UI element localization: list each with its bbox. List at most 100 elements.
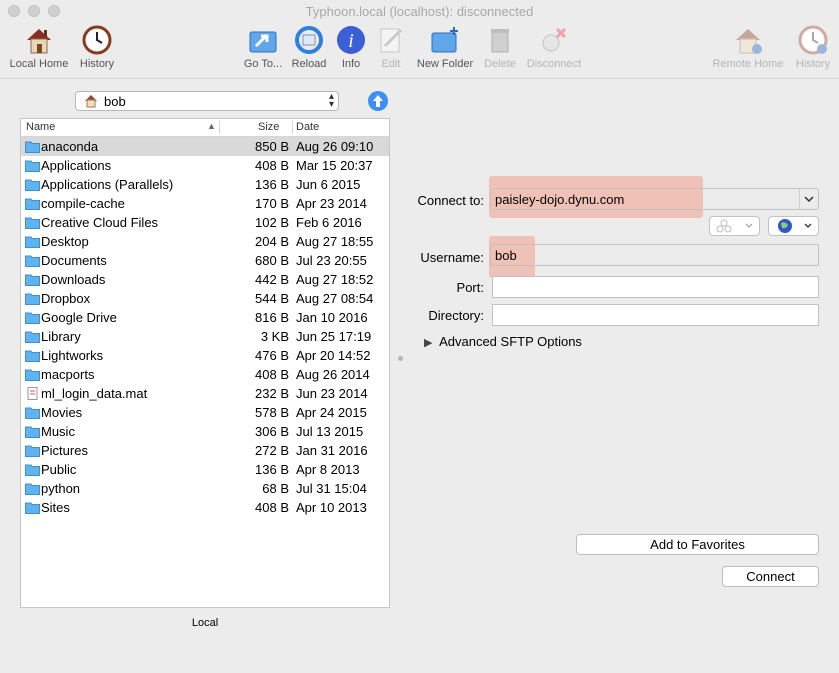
home-small-icon xyxy=(85,95,97,108)
name-column-header[interactable]: Name xyxy=(26,121,55,133)
username-field[interactable]: bob xyxy=(490,244,819,266)
file-row[interactable]: Applications 408 B Mar 15 20:37 xyxy=(21,156,389,175)
split-view-handle[interactable] xyxy=(398,356,403,361)
connect-to-label: Connect to: xyxy=(417,193,485,208)
title-bar: Typhoon.local (localhost): disconnected xyxy=(0,0,839,22)
new-folder-button[interactable]: New Folder xyxy=(412,24,478,70)
disclosure-triangle-icon: ▶ xyxy=(424,337,433,349)
history-button[interactable]: History xyxy=(74,24,120,70)
disconnect-button[interactable]: Disconnect xyxy=(522,24,586,70)
file-row[interactable]: Pictures 272 B Jan 31 2016 xyxy=(21,441,389,460)
remote-home-button[interactable]: Remote Home xyxy=(708,24,788,70)
path-popup[interactable]: bob ▴ ▾ xyxy=(75,91,339,111)
directory-field[interactable] xyxy=(492,304,819,326)
file-name: Google Drive xyxy=(41,310,117,325)
svg-text:i: i xyxy=(348,30,354,52)
folder-icon xyxy=(25,483,40,495)
file-size: 476 B xyxy=(255,348,289,363)
reload-label: Reload xyxy=(291,58,327,70)
path-label: bob xyxy=(104,94,126,109)
file-row[interactable]: Library 3 KB Jun 25 17:19 xyxy=(21,327,389,346)
file-name: Public xyxy=(41,462,77,477)
size-column-header[interactable]: Size xyxy=(258,121,279,133)
file-row[interactable]: Applications (Parallels) 136 B Jun 6 2015 xyxy=(21,175,389,194)
file-row[interactable]: python 68 B Jul 31 15:04 xyxy=(21,479,389,498)
file-date: Mar 15 20:37 xyxy=(296,158,373,173)
file-row[interactable]: Sites 408 B Apr 10 2013 xyxy=(21,498,389,517)
local-home-button[interactable]: Local Home xyxy=(6,24,72,70)
protocol-popup[interactable] xyxy=(709,216,760,236)
file-date: Jun 6 2015 xyxy=(296,177,361,192)
delete-button[interactable]: Delete xyxy=(480,24,520,70)
file-name: ml_login_data.mat xyxy=(41,386,148,401)
file-size: 408 B xyxy=(255,500,289,515)
globe-icon xyxy=(778,219,812,233)
file-row[interactable]: Lightworks 476 B Apr 20 14:52 xyxy=(21,346,389,365)
file-size: 204 B xyxy=(255,234,289,249)
history-label: History xyxy=(79,58,115,70)
folder-icon xyxy=(25,369,40,381)
file-date: Aug 27 08:54 xyxy=(296,291,374,306)
advanced-sftp-label: Advanced SFTP Options xyxy=(439,334,582,349)
file-name: anaconda xyxy=(41,139,99,154)
file-row[interactable]: Creative Cloud Files 102 B Feb 6 2016 xyxy=(21,213,389,232)
file-row[interactable]: anaconda 850 B Aug 26 09:10 xyxy=(21,137,389,156)
file-name: Library xyxy=(41,329,81,344)
file-size: 408 B xyxy=(255,367,289,382)
file-row[interactable]: Downloads 442 B Aug 27 18:52 xyxy=(21,270,389,289)
connect-button[interactable]: Connect xyxy=(722,566,819,587)
edit-button[interactable]: Edit xyxy=(374,24,408,70)
column-separator xyxy=(292,121,293,134)
remote-clock-icon xyxy=(798,25,828,55)
file-row[interactable]: Documents 680 B Jul 23 20:55 xyxy=(21,251,389,270)
file-name: Lightworks xyxy=(41,348,104,363)
file-name: Desktop xyxy=(41,234,89,249)
file-row[interactable]: compile-cache 170 B Apr 23 2014 xyxy=(21,194,389,213)
file-row[interactable]: Public 136 B Apr 8 2013 xyxy=(21,460,389,479)
file-name: compile-cache xyxy=(41,196,125,211)
file-row[interactable]: ml_login_data.mat 232 B Jun 23 2014 xyxy=(21,384,389,403)
file-name: Pictures xyxy=(41,443,88,458)
reload-button[interactable]: Reload xyxy=(288,24,330,70)
host-dropdown-button[interactable] xyxy=(799,189,818,209)
file-size: 442 B xyxy=(255,272,289,287)
file-row[interactable]: Music 306 B Jul 13 2015 xyxy=(21,422,389,441)
parallels-folder-icon xyxy=(25,179,40,191)
file-size: 578 B xyxy=(255,405,289,420)
file-name: Music xyxy=(41,424,75,439)
file-name: Applications xyxy=(41,158,112,173)
file-list-header: Name ▲ Size Date xyxy=(21,119,389,137)
folder-icon xyxy=(25,350,40,362)
library-folder-icon xyxy=(25,331,40,343)
date-column-header[interactable]: Date xyxy=(296,121,319,133)
edit-icon xyxy=(380,28,403,53)
file-row[interactable]: Movies 578 B Apr 24 2015 xyxy=(21,403,389,422)
up-directory-button[interactable] xyxy=(368,91,388,111)
clock-icon xyxy=(82,25,112,55)
up-arrow-icon xyxy=(373,95,383,107)
remote-home-label: Remote Home xyxy=(712,58,784,70)
file-row[interactable]: macports 408 B Aug 26 2014 xyxy=(21,365,389,384)
downloads-folder-icon xyxy=(25,274,40,286)
file-size: 68 B xyxy=(262,481,289,496)
host-combo[interactable]: paisley-dojo.dynu.com xyxy=(490,188,819,210)
add-to-favorites-button[interactable]: Add to Favorites xyxy=(576,534,819,555)
file-row[interactable]: Dropbox 544 B Aug 27 08:54 xyxy=(21,289,389,308)
advanced-sftp-disclosure[interactable]: ▶ Advanced SFTP Options xyxy=(424,334,582,349)
remote-history-button[interactable]: History xyxy=(790,24,836,70)
file-row[interactable]: Desktop 204 B Aug 27 18:55 xyxy=(21,232,389,251)
file-size: 850 B xyxy=(255,139,289,154)
sites-folder-icon xyxy=(25,502,40,514)
info-button[interactable]: i Info xyxy=(334,24,368,70)
file-name: Downloads xyxy=(41,272,106,287)
disconnect-icon xyxy=(542,27,567,52)
local-file-list[interactable]: Name ▲ Size Date anaconda 850 B Aug 26 09:… xyxy=(20,118,390,608)
file-row[interactable]: Google Drive 816 B Jan 10 2016 xyxy=(21,308,389,327)
chevron-down-icon xyxy=(804,196,814,203)
go-to-button[interactable]: Go To... xyxy=(240,24,286,70)
port-label: Port: xyxy=(456,280,484,295)
port-field[interactable] xyxy=(492,276,819,298)
file-size: 136 B xyxy=(255,177,289,192)
network-popup[interactable] xyxy=(768,216,819,236)
reload-icon xyxy=(295,26,323,54)
